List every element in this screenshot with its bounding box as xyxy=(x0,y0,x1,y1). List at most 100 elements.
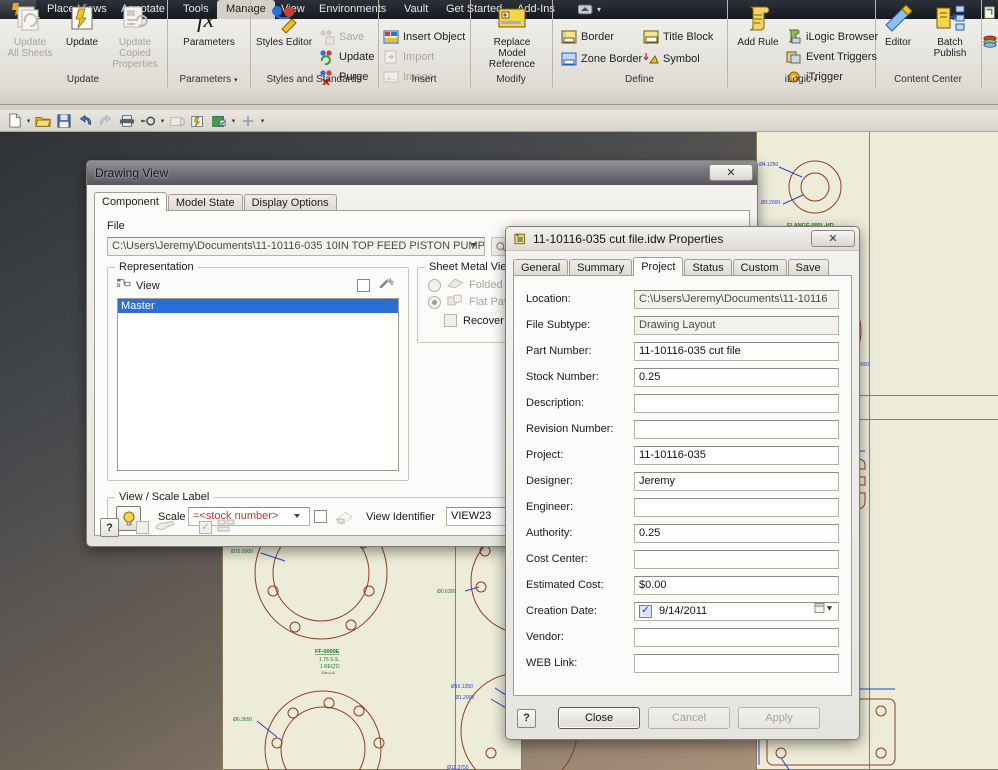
border-button[interactable]: Border xyxy=(561,26,614,47)
engineer-input[interactable] xyxy=(634,497,839,517)
view-identifier-label: View Identifier xyxy=(366,511,435,523)
drawing-view-close-button[interactable]: ✕ xyxy=(709,164,753,181)
properties-close-button[interactable]: ✕ xyxy=(811,230,855,247)
tab-label: Component xyxy=(102,196,159,208)
update-copied-properties-button[interactable]: Update Copied Properties xyxy=(104,3,166,70)
tab-component[interactable]: Component xyxy=(94,192,167,211)
flat-pattern-radio[interactable] xyxy=(428,295,441,309)
file-path-input[interactable]: C:\Users\Jeremy\Documents\11-10116-035 1… xyxy=(107,237,485,256)
drawing-view-help-button[interactable]: ? xyxy=(100,518,119,537)
apply-button[interactable]: Apply xyxy=(738,707,820,729)
content-center-editor-button[interactable]: Editor xyxy=(876,3,920,48)
vendor-input[interactable] xyxy=(634,627,839,647)
document-properties-icon xyxy=(514,232,528,245)
recover-punch-center-checkbox[interactable] xyxy=(444,314,457,327)
cancel-button[interactable]: Cancel xyxy=(648,707,730,729)
description-input[interactable] xyxy=(634,393,839,413)
update-all-sheets-button[interactable]: Update All Sheets xyxy=(2,3,58,59)
panel-label-define: Define xyxy=(553,71,726,88)
new-icon[interactable] xyxy=(4,112,24,130)
estimatedcost-input[interactable]: $0.00 xyxy=(634,575,839,595)
add-rule-button[interactable]: Add Rule xyxy=(730,3,786,48)
import-button[interactable]: Import xyxy=(383,46,434,67)
creation-date-input[interactable]: ✓ 9/14/2011 xyxy=(634,601,839,621)
tab-project[interactable]: Project xyxy=(633,257,684,276)
select-icon[interactable] xyxy=(138,112,158,130)
zone-border-button[interactable]: Zone Border xyxy=(561,48,642,69)
folded-model-radio[interactable] xyxy=(428,278,441,292)
tab-summary[interactable]: Summary xyxy=(569,259,633,276)
stocknumber-input[interactable]: 0.25 xyxy=(634,367,839,387)
tab-save[interactable]: Save xyxy=(787,259,829,276)
new-dropdown-icon[interactable]: ▾ xyxy=(25,112,32,130)
properties-title: 11-10116-035 cut file.idw Properties xyxy=(533,231,724,246)
section-view-checkbox[interactable] xyxy=(136,521,149,534)
content-center-library-icon[interactable] xyxy=(983,34,997,51)
creation-date-checkbox[interactable]: ✓ xyxy=(639,604,652,618)
batch-publish-button[interactable]: Batch Publish xyxy=(920,3,980,59)
document-properties-dialog[interactable]: 11-10116-035 cut file.idw Properties ✕ G… xyxy=(505,226,860,740)
panel-label-parameters[interactable]: Parameters ▾ xyxy=(168,71,249,88)
location-input[interactable]: C:\Users\Jeremy\Documents\11-10116 xyxy=(634,289,839,309)
return-icon[interactable] xyxy=(167,112,187,130)
symbol-button[interactable]: Symbol xyxy=(643,48,700,69)
section-view-toggle[interactable] xyxy=(129,516,183,539)
filesubtype-input[interactable]: Drawing Layout xyxy=(634,315,839,335)
insert-object-button[interactable]: Insert Object xyxy=(383,26,465,47)
tab-status[interactable]: Status xyxy=(684,259,732,276)
styles-editor-button[interactable]: Styles Editor xyxy=(251,3,317,48)
chevron-down-icon: ▾ xyxy=(233,77,238,84)
customize-icon[interactable]: ▾ xyxy=(259,112,266,130)
project-input[interactable]: 11-10116-035 xyxy=(634,445,839,465)
close-icon: ✕ xyxy=(828,232,838,245)
material-dropdown-icon[interactable]: ▾ xyxy=(230,112,237,130)
event-triggers-button[interactable]: Event Triggers xyxy=(786,46,877,67)
update-styles-button[interactable]: Update xyxy=(319,46,374,67)
properties-help-button[interactable]: ? xyxy=(517,708,536,728)
panel-label-ilogic[interactable]: iLogic ▾ xyxy=(728,71,874,88)
tab-custom[interactable]: Custom xyxy=(732,259,787,276)
undo-icon[interactable] xyxy=(75,112,95,130)
redo-icon[interactable] xyxy=(96,112,116,130)
replace-model-reference-button[interactable]: Replace Model Reference xyxy=(479,3,545,70)
calendar-dropdown-icon[interactable] xyxy=(814,602,834,620)
tab-display-options[interactable]: Display Options xyxy=(243,194,337,211)
content-center-extra-icon[interactable] xyxy=(983,6,997,23)
tab-general[interactable]: General xyxy=(513,259,569,276)
representation-list-item-master[interactable]: Master xyxy=(118,299,398,313)
weblink-input[interactable] xyxy=(634,653,839,673)
close-button[interactable]: Close xyxy=(558,707,640,729)
align-view-toggle[interactable]: ✓ xyxy=(193,517,243,538)
scale-dropdown-icon[interactable] xyxy=(294,514,300,518)
tab-model-state[interactable]: Model State xyxy=(167,194,243,211)
open-icon[interactable] xyxy=(33,112,53,130)
file-path-dropdown-icon[interactable] xyxy=(471,243,477,247)
select-dropdown-icon[interactable]: ▾ xyxy=(159,112,166,130)
align-view-checkbox[interactable]: ✓ xyxy=(199,521,212,534)
partnumber-input[interactable]: 11-10116-035 cut file xyxy=(634,341,839,361)
title-block-button[interactable]: Title Block xyxy=(643,26,713,47)
designer-input[interactable]: Jeremy xyxy=(634,471,839,491)
parameters-button[interactable]: fx Parameters xyxy=(181,3,237,48)
ilogic-browser-button[interactable]: iLogic Browser xyxy=(786,26,878,47)
save-styles-button[interactable]: Save xyxy=(319,26,364,47)
representation-checkbox[interactable] xyxy=(357,279,370,292)
costcenter-input[interactable] xyxy=(634,549,839,569)
material-icon[interactable] xyxy=(209,112,229,130)
field-label: Part Number: xyxy=(526,345,592,357)
update-button[interactable]: Update xyxy=(54,3,110,48)
add-icon[interactable] xyxy=(238,112,258,130)
link-broken-icon[interactable] xyxy=(378,277,396,294)
properties-titlebar[interactable]: 11-10116-035 cut file.idw Properties ✕ xyxy=(506,227,859,251)
print-icon[interactable] xyxy=(117,112,137,130)
authority-input[interactable]: 0.25 xyxy=(634,523,839,543)
save-icon[interactable] xyxy=(54,112,74,130)
panel-label-update: Update xyxy=(0,71,166,88)
drawing-sheet-left[interactable]: Ø10.5000 FF-0000E 1.75 S.S. 1 REQ'D 10in… xyxy=(222,506,578,770)
edit-view-label-icon[interactable] xyxy=(334,508,354,529)
drawing-view-titlebar[interactable]: Drawing View ✕ xyxy=(87,161,757,185)
field-label: Description: xyxy=(526,397,585,409)
scale-style-checkbox[interactable] xyxy=(314,510,327,523)
revisionnumber-input[interactable] xyxy=(634,419,839,439)
update-mass-icon[interactable] xyxy=(188,112,208,130)
